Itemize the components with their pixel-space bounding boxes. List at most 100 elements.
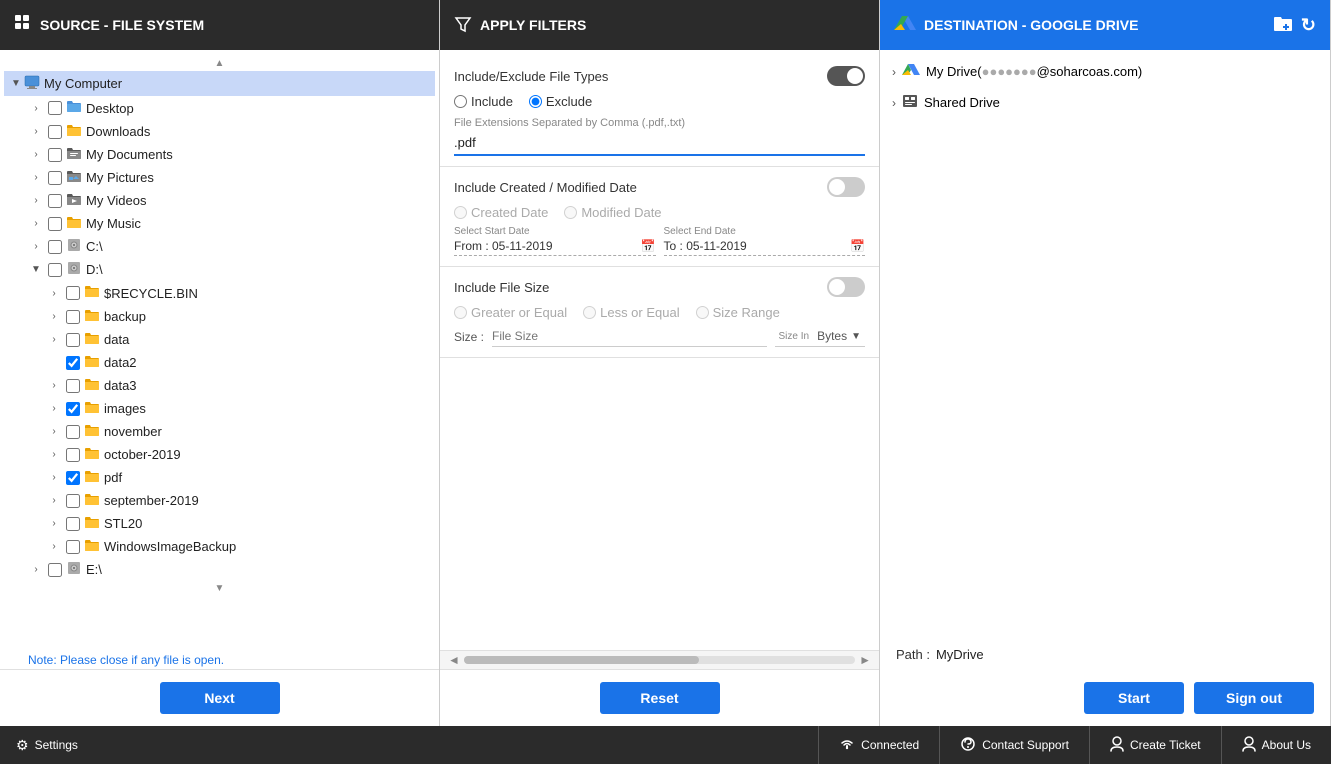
toggle-september[interactable]: › bbox=[46, 493, 62, 509]
greater-radio-label[interactable]: Greater or Equal bbox=[454, 305, 567, 320]
exclude-radio-label[interactable]: Exclude bbox=[529, 94, 592, 109]
checkbox-pdf[interactable] bbox=[66, 471, 80, 485]
range-radio-label[interactable]: Size Range bbox=[696, 305, 780, 320]
dest-toggle-mydrive[interactable]: › bbox=[892, 65, 896, 79]
toggle-downloads[interactable]: › bbox=[28, 124, 44, 140]
tree-item-stl20[interactable]: › STL20 bbox=[40, 512, 435, 535]
status-connected[interactable]: Connected bbox=[818, 726, 939, 764]
checkbox-windowsimagebackup[interactable] bbox=[66, 540, 80, 554]
toggle-mycomputer[interactable]: ▼ bbox=[8, 76, 24, 92]
size-unit-dropdown-icon[interactable]: ▼ bbox=[851, 331, 861, 342]
include-radio-label[interactable]: Include bbox=[454, 94, 513, 109]
checkbox-mymusic[interactable] bbox=[48, 217, 62, 231]
tree-item-october[interactable]: › october-2019 bbox=[40, 443, 435, 466]
toggle-data[interactable]: › bbox=[46, 332, 62, 348]
toggle-november[interactable]: › bbox=[46, 424, 62, 440]
tree-item-recyclebin[interactable]: › $RECYCLE.BIN bbox=[40, 281, 435, 305]
tree-item-mydocuments[interactable]: › My Documents bbox=[22, 143, 435, 166]
checkbox-data[interactable] bbox=[66, 333, 80, 347]
toggle-backup[interactable]: › bbox=[46, 309, 62, 325]
less-radio[interactable] bbox=[583, 306, 596, 319]
checkbox-mypictures[interactable] bbox=[48, 171, 62, 185]
date-toggle[interactable] bbox=[827, 177, 865, 197]
toggle-recyclebin[interactable]: › bbox=[46, 285, 62, 301]
settings-label[interactable]: Settings bbox=[35, 738, 78, 752]
toggle-edrive[interactable]: › bbox=[28, 562, 44, 578]
toggle-images[interactable]: › bbox=[46, 401, 62, 417]
tree-item-backup[interactable]: › backup bbox=[40, 305, 435, 328]
size-toggle[interactable] bbox=[827, 277, 865, 297]
toggle-windowsimagebackup[interactable]: › bbox=[46, 539, 62, 555]
toggle-mydocuments[interactable]: › bbox=[28, 147, 44, 163]
checkbox-stl20[interactable] bbox=[66, 517, 80, 531]
checkbox-desktop[interactable] bbox=[48, 101, 62, 115]
next-button[interactable]: Next bbox=[160, 682, 280, 714]
range-radio[interactable] bbox=[696, 306, 709, 319]
dest-toggle-shareddrive[interactable]: › bbox=[892, 96, 896, 110]
toggle-stl20[interactable]: › bbox=[46, 516, 62, 532]
modified-date-radio[interactable] bbox=[564, 206, 577, 219]
tree-item-september[interactable]: › september-2019 bbox=[40, 489, 435, 512]
filetype-input[interactable] bbox=[454, 131, 865, 156]
checkbox-data2[interactable] bbox=[66, 356, 80, 370]
tree-item-cdrive[interactable]: › C:\ bbox=[22, 235, 435, 258]
tree-item-data2[interactable]: › data2 bbox=[40, 351, 435, 374]
tree-item-ddrive[interactable]: ▼ D:\ bbox=[22, 258, 435, 281]
toggle-mypictures[interactable]: › bbox=[28, 170, 44, 186]
less-radio-label[interactable]: Less or Equal bbox=[583, 305, 680, 320]
checkbox-recyclebin[interactable] bbox=[66, 286, 80, 300]
hscroll-right-icon[interactable]: ► bbox=[855, 653, 875, 667]
tree-item-windowsimagebackup[interactable]: › WindowsImageBackup bbox=[40, 535, 435, 558]
checkbox-backup[interactable] bbox=[66, 310, 80, 324]
dest-item-mydrive[interactable]: › My Drive(●●●●●●●@soharcoas.com) bbox=[880, 56, 1330, 87]
toggle-cdrive[interactable]: › bbox=[28, 239, 44, 255]
tree-item-november[interactable]: › november bbox=[40, 420, 435, 443]
exclude-radio[interactable] bbox=[529, 95, 542, 108]
tree-item-mypictures[interactable]: › My Pictures bbox=[22, 166, 435, 189]
toggle-october[interactable]: › bbox=[46, 447, 62, 463]
scroll-down-arrow[interactable]: ▼ bbox=[4, 581, 435, 596]
toggle-desktop[interactable]: › bbox=[28, 100, 44, 116]
toggle-pdf[interactable]: › bbox=[46, 470, 62, 486]
end-date-calendar-icon[interactable]: 📅 bbox=[850, 239, 865, 253]
new-folder-icon[interactable] bbox=[1273, 15, 1293, 36]
tree-item-data3[interactable]: › data3 bbox=[40, 374, 435, 397]
tree-item-mymusic[interactable]: › My Music bbox=[22, 212, 435, 235]
filetype-toggle[interactable] bbox=[827, 66, 865, 86]
refresh-icon[interactable]: ↻ bbox=[1301, 15, 1316, 36]
checkbox-september[interactable] bbox=[66, 494, 80, 508]
destination-tree[interactable]: › My Drive(●●●●●●●@soharcoas.com) › bbox=[880, 50, 1330, 639]
checkbox-data3[interactable] bbox=[66, 379, 80, 393]
tree-item-myvideos[interactable]: › My Videos bbox=[22, 189, 435, 212]
greater-radio[interactable] bbox=[454, 306, 467, 319]
tree-item-mycomputer[interactable]: ▼ My Computer bbox=[4, 71, 435, 96]
checkbox-november[interactable] bbox=[66, 425, 80, 439]
toggle-ddrive[interactable]: ▼ bbox=[28, 262, 44, 278]
hscroll-left-icon[interactable]: ◄ bbox=[444, 653, 464, 667]
include-radio[interactable] bbox=[454, 95, 467, 108]
tree-item-pdf[interactable]: › pdf bbox=[40, 466, 435, 489]
toggle-myvideos[interactable]: › bbox=[28, 193, 44, 209]
checkbox-edrive[interactable] bbox=[48, 563, 62, 577]
checkbox-ddrive[interactable] bbox=[48, 263, 62, 277]
start-button[interactable]: Start bbox=[1084, 682, 1184, 714]
modified-date-radio-label[interactable]: Modified Date bbox=[564, 205, 661, 220]
scroll-up-arrow[interactable]: ▲ bbox=[4, 56, 435, 71]
checkbox-cdrive[interactable] bbox=[48, 240, 62, 254]
source-tree-container[interactable]: ▲ ▼ My Computer › bbox=[0, 50, 439, 648]
tree-item-images[interactable]: › images bbox=[40, 397, 435, 420]
status-about[interactable]: About Us bbox=[1221, 726, 1331, 764]
tree-item-edrive[interactable]: › E:\ bbox=[22, 558, 435, 581]
reset-button[interactable]: Reset bbox=[600, 682, 720, 714]
dest-item-shareddrive[interactable]: › Shared Drive bbox=[880, 87, 1330, 118]
signout-button[interactable]: Sign out bbox=[1194, 682, 1314, 714]
size-input[interactable] bbox=[492, 326, 766, 347]
tree-item-downloads[interactable]: › Downloads bbox=[22, 120, 435, 143]
tree-item-data[interactable]: › data bbox=[40, 328, 435, 351]
created-date-radio[interactable] bbox=[454, 206, 467, 219]
checkbox-october[interactable] bbox=[66, 448, 80, 462]
checkbox-myvideos[interactable] bbox=[48, 194, 62, 208]
status-support[interactable]: Contact Support bbox=[939, 726, 1089, 764]
checkbox-downloads[interactable] bbox=[48, 125, 62, 139]
status-ticket[interactable]: Create Ticket bbox=[1089, 726, 1221, 764]
